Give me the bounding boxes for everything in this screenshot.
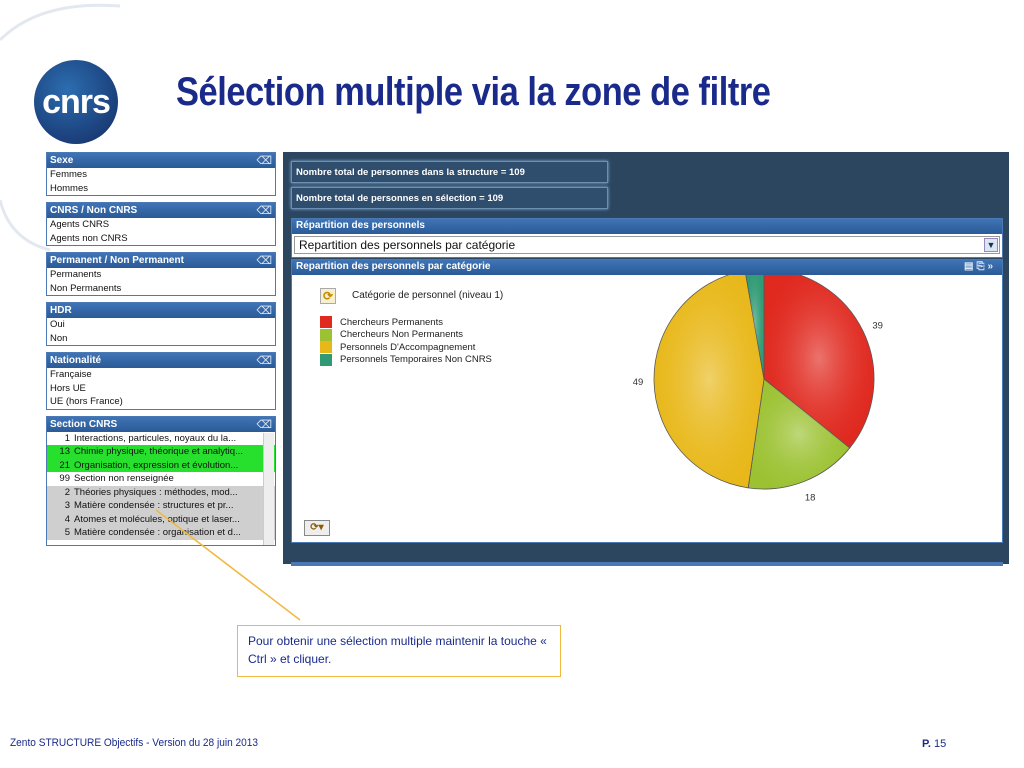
cnrs-logo: cnrs xyxy=(34,60,118,144)
section-label: Matière condensée : organisation et d... xyxy=(74,527,241,538)
section-number: 3 xyxy=(64,500,70,511)
filter-panel: Sexe ⌫ Femmes Hommes CNRS / Non CNRS ⌫ Agents … xyxy=(46,152,276,564)
section-number: 99 xyxy=(59,473,70,484)
eraser-icon[interactable]: ⌫ xyxy=(256,154,272,167)
listbox-title: Sexe xyxy=(50,155,74,166)
slide: cnrs Sélection multiple via la zone de f… xyxy=(0,0,1024,768)
listbox-item[interactable]: Hommes xyxy=(47,182,275,196)
section-number: 4 xyxy=(64,513,70,525)
page-number: P. 15 xyxy=(922,738,947,750)
listbox-item[interactable]: Non Permanents xyxy=(47,282,275,296)
listbox-item[interactable]: UE (hors France) xyxy=(47,395,275,409)
listbox-item[interactable]: Permanents xyxy=(47,268,275,282)
listbox-header: CNRS / Non CNRS ⌫ xyxy=(47,203,275,218)
pie-slice-highlight xyxy=(654,275,764,488)
print-icon[interactable]: ▤ xyxy=(964,261,976,272)
eraser-icon[interactable]: ⌫ xyxy=(256,418,272,431)
section-item[interactable]: 5 Matière condensée : organisation et d..… xyxy=(47,526,275,540)
footer-text: Zento STRUCTURE Objectifs - Version du 2… xyxy=(10,737,259,749)
listbox-title: Permanent / Non Permanent xyxy=(50,255,184,266)
section-item[interactable]: 99 Section non renseignée xyxy=(47,472,275,486)
pie-value-label: 49 xyxy=(633,377,644,388)
section-cnrs-listbox: Section CNRS ⌫ 1 Interactions, particules… xyxy=(46,415,276,546)
section-label: Section non renseignée xyxy=(74,473,174,484)
listbox-header: Nationalité ⌫ xyxy=(47,353,275,368)
listbox-item[interactable]: Non xyxy=(47,332,275,346)
chart-header-title: Repartition des personnels par catégorie xyxy=(296,261,491,272)
repartition-selector: Répartition des personnels Repartition d… xyxy=(291,218,1003,258)
cycle-button[interactable]: ⟳▾ xyxy=(304,520,330,536)
section-label: Matière condensée : structures et pr... xyxy=(74,500,234,511)
repartition-header: Répartition des personnels xyxy=(292,219,1002,234)
listbox-title: CNRS / Non CNRS xyxy=(50,205,138,216)
listbox-item[interactable]: Hors UE xyxy=(47,382,275,396)
listbox-title: HDR xyxy=(50,305,72,316)
section-number: 1 xyxy=(64,432,70,444)
pie-value-label: 18 xyxy=(805,492,816,503)
section-item[interactable]: 1 Interactions, particules, noyaux du la.… xyxy=(47,432,275,446)
pie-chart: 3918493 xyxy=(633,275,883,503)
expand-icon[interactable]: » xyxy=(987,261,996,272)
listbox-item[interactable]: Française xyxy=(47,368,275,382)
section-item[interactable]: 3 Matière condensée : structures et pr... xyxy=(47,499,275,513)
listbox-header: Permanent / Non Permanent ⌫ xyxy=(47,253,275,268)
pie-value-label: 39 xyxy=(872,321,883,332)
section-item[interactable]: 2 Théories physiques : méthodes, mod... xyxy=(47,485,275,499)
filter-listbox: Permanent / Non Permanent ⌫ Permanents Non … xyxy=(46,252,276,296)
repartition-dropdown[interactable]: Repartition des personnels par catégorie… xyxy=(294,236,1000,254)
total-selection-stat: Nombre total de personnes en sélection =… xyxy=(291,187,608,209)
listbox-title: Nationalité xyxy=(50,355,102,366)
chevron-down-icon[interactable]: ▼ xyxy=(984,238,998,252)
listbox-title: Section CNRS xyxy=(50,418,118,430)
listbox-header: Section CNRS ⌫ xyxy=(47,416,275,432)
chart-box: Repartition des personnels par catégorie… xyxy=(291,259,1003,543)
section-number: 2 xyxy=(64,486,70,498)
section-label: Atomes et molécules, optique et laser... xyxy=(74,513,240,525)
listbox-item[interactable]: Oui xyxy=(47,318,275,332)
dashboard-panel: Nombre total de personnes dans la struct… xyxy=(283,152,1009,566)
section-number: 21 xyxy=(59,459,70,471)
section-label: Organisation, expression et évolution... xyxy=(74,459,239,471)
chart-header: Repartition des personnels par catégorie… xyxy=(292,260,1002,275)
bottom-bar xyxy=(291,562,1003,566)
total-structure-stat: Nombre total de personnes dans la struct… xyxy=(291,161,608,183)
listbox-item[interactable]: Agents non CNRS xyxy=(47,232,275,246)
scrollbar[interactable] xyxy=(263,432,274,545)
listbox-item[interactable]: Femmes xyxy=(47,168,275,182)
section-item[interactable]: 4 Atomes et molécules, optique et laser..… xyxy=(47,512,275,526)
section-number: 5 xyxy=(64,527,70,538)
section-number: 13 xyxy=(59,446,70,457)
filter-listbox: Nationalité ⌫ Française Hors UE UE (hors Fra… xyxy=(46,352,276,410)
eraser-icon[interactable]: ⌫ xyxy=(256,254,272,267)
filter-listbox: Sexe ⌫ Femmes Hommes xyxy=(46,152,276,196)
eraser-icon[interactable]: ⌫ xyxy=(256,204,272,217)
listbox-header: Sexe ⌫ xyxy=(47,153,275,168)
eraser-icon[interactable]: ⌫ xyxy=(256,354,272,367)
listbox-item[interactable]: Agents CNRS xyxy=(47,218,275,232)
section-label: Interactions, particules, noyaux du la..… xyxy=(74,432,237,444)
section-item[interactable]: 21 Organisation, expression et évolution.… xyxy=(47,458,275,472)
filter-listbox: CNRS / Non CNRS ⌫ Agents CNRS Agents non CN… xyxy=(46,202,276,246)
listbox-header: HDR ⌫ xyxy=(47,303,275,318)
export-icon[interactable]: ⎘ xyxy=(976,261,987,272)
section-label: Chimie physique, théorique et analytiq..… xyxy=(74,446,243,457)
slide-title: Sélection multiple via la zone de filtre xyxy=(176,70,771,114)
eraser-icon[interactable]: ⌫ xyxy=(256,304,272,317)
callout-note: Pour obtenir une sélection multiple main… xyxy=(237,625,561,677)
section-item[interactable]: 13 Chimie physique, théorique et analytiq… xyxy=(47,445,275,459)
section-label: Théories physiques : méthodes, mod... xyxy=(74,486,238,498)
dropdown-value: Repartition des personnels par catégorie xyxy=(299,238,516,252)
filter-listbox: HDR ⌫ Oui Non xyxy=(46,302,276,346)
